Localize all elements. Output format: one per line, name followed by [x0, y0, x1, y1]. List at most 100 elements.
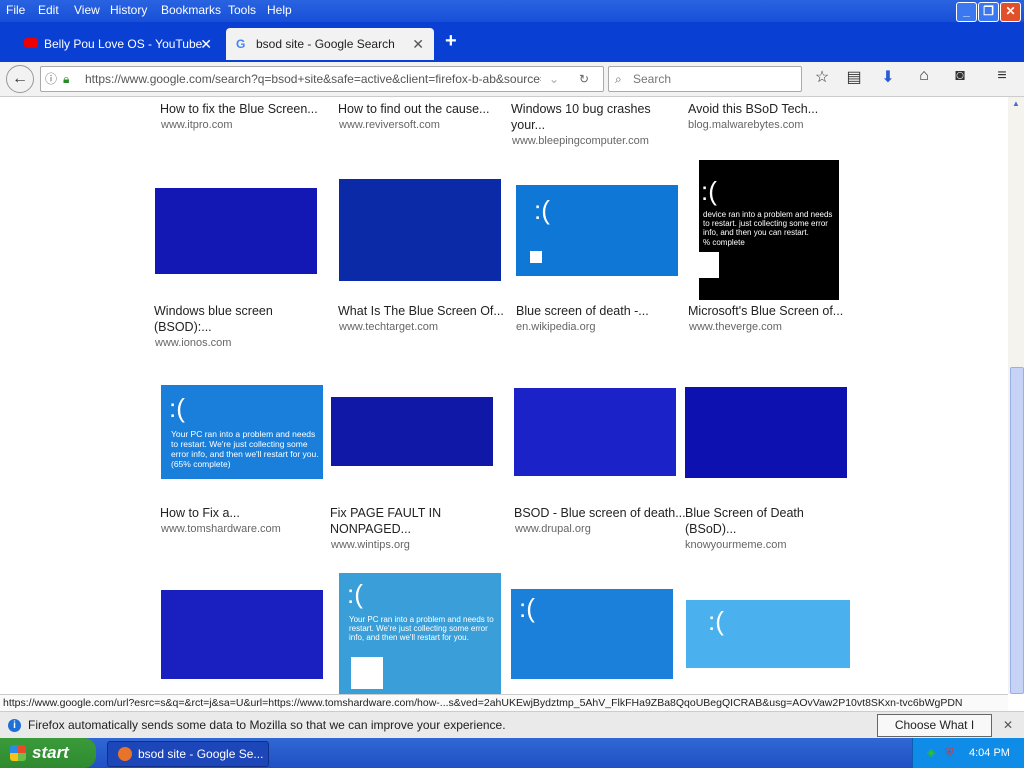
start-button[interactable]: start	[0, 738, 96, 768]
result-thumbnail[interactable]: :( Your PC ran into a problem and needs …	[339, 573, 501, 694]
result-thumbnail[interactable]: :(	[516, 185, 678, 276]
menu-file[interactable]: File	[6, 3, 25, 17]
notification-bar: i Firefox automatically sends some data …	[0, 711, 1024, 753]
result-source: www.drupal.org	[515, 523, 591, 535]
result-source: www.reviversoft.com	[339, 119, 440, 131]
windows-logo-icon	[10, 745, 26, 761]
menu-help[interactable]: Help	[267, 3, 292, 17]
result-thumbnail[interactable]	[339, 179, 501, 281]
network-icon[interactable]: ◈	[927, 738, 935, 768]
result-title[interactable]: Blue screen of death -...	[516, 303, 649, 319]
thumbnail-text: Your PC ran into a problem and needs to …	[349, 615, 494, 642]
chevron-down-icon[interactable]: ⌄	[549, 67, 559, 91]
qr-code-icon	[351, 657, 383, 689]
result-thumbnail[interactable]	[161, 590, 323, 679]
url-text[interactable]: https://www.google.com/search?q=bsod+sit…	[85, 67, 541, 91]
security-shield-icon[interactable]: ⛨	[945, 738, 953, 768]
taskbar-item-firefox[interactable]: bsod site - Google Se...	[107, 741, 269, 767]
result-title-line2[interactable]: (BSoD)...	[685, 521, 736, 537]
google-icon: G	[236, 37, 246, 51]
result-title[interactable]: Avoid this BSoD Tech...	[688, 101, 818, 117]
tab-title: Belly Pou Love OS - YouTube	[44, 37, 203, 51]
lock-icon: 🔒︎	[63, 72, 70, 86]
close-window-button[interactable]: ✕	[1000, 2, 1021, 22]
sad-face-icon: :(	[169, 393, 185, 423]
bookmark-star-icon[interactable]: ☆	[810, 67, 834, 87]
result-title[interactable]: What Is The Blue Screen Of...	[338, 303, 504, 319]
minimize-button[interactable]: _	[956, 2, 977, 22]
result-title[interactable]: How to find out the cause...	[338, 101, 489, 117]
navigation-bar: ← ⓘ 🔒︎ https://www.google.com/search?q=b…	[0, 62, 1024, 97]
result-title[interactable]: Microsoft's Blue Screen of...	[688, 303, 843, 319]
pocket-icon[interactable]: ◙	[948, 67, 972, 85]
result-thumbnail[interactable]: :(	[511, 589, 673, 679]
tab-title: bsod site - Google Search	[256, 37, 395, 51]
taskbar: start bsod site - Google Se... ◈ ⛨ 4:04 …	[0, 738, 1024, 768]
result-title-line2[interactable]: your...	[511, 117, 545, 133]
result-source: en.wikipedia.org	[516, 321, 596, 333]
menu-edit[interactable]: Edit	[38, 3, 59, 17]
new-tab-button[interactable]: +	[445, 30, 457, 53]
sad-face-icon: :(	[347, 579, 363, 609]
sad-face-icon: :(	[708, 606, 724, 636]
menu-tools[interactable]: Tools	[228, 3, 256, 17]
result-source: www.ionos.com	[155, 337, 232, 349]
close-notification-icon[interactable]: ✕	[1003, 712, 1013, 739]
result-source: www.theverge.com	[689, 321, 782, 333]
result-title[interactable]: Fix PAGE FAULT IN	[330, 505, 441, 521]
notification-text: Firefox automatically sends some data to…	[28, 718, 506, 732]
back-button[interactable]: ←	[6, 65, 34, 93]
firefox-icon	[118, 747, 132, 761]
result-title[interactable]: Blue Screen of Death	[685, 505, 804, 521]
menu-bookmarks[interactable]: Bookmarks	[161, 3, 221, 17]
result-title[interactable]: Windows blue screen	[154, 303, 273, 319]
result-thumbnail[interactable]	[155, 188, 317, 274]
result-title[interactable]: Windows 10 bug crashes	[511, 101, 651, 117]
result-thumbnail[interactable]: :( Your PC ran into a problem and needs …	[161, 385, 323, 479]
restore-button[interactable]: ❐	[978, 2, 999, 22]
menu-history[interactable]: History	[110, 3, 147, 17]
scrollbar-thumb[interactable]	[1010, 367, 1024, 694]
home-icon[interactable]: ⌂	[912, 67, 936, 85]
tab-bar: Belly Pou Love OS - YouTube ✕ G bsod sit…	[0, 22, 1024, 62]
choose-what-i-share-button[interactable]: Choose What I Share	[877, 714, 992, 753]
search-icon: ⌕	[615, 72, 622, 86]
menu-hamburger-icon[interactable]: ≡	[990, 67, 1014, 85]
download-icon[interactable]: ⬇	[876, 67, 900, 87]
sad-face-icon: :(	[534, 195, 550, 225]
scroll-up-icon[interactable]: ▲	[1010, 99, 1022, 111]
url-bar[interactable]: ⓘ 🔒︎ https://www.google.com/search?q=bso…	[40, 66, 604, 92]
result-thumbnail[interactable]	[685, 387, 847, 478]
thumbnail-text: Your PC ran into a problem and needs to …	[171, 429, 319, 469]
youtube-icon	[24, 38, 38, 48]
tab-youtube[interactable]: Belly Pou Love OS - YouTube ✕	[20, 28, 222, 60]
menu-bar: File Edit View History Bookmarks Tools H…	[0, 0, 1024, 22]
reader-list-icon[interactable]: ▤	[842, 67, 866, 87]
info-icon[interactable]: ⓘ	[45, 67, 57, 91]
result-thumbnail[interactable]: :( device ran into a problem and needs t…	[699, 160, 839, 300]
result-source: knowyourmeme.com	[685, 539, 787, 551]
qr-code-icon	[530, 251, 542, 263]
menu-view[interactable]: View	[74, 3, 100, 17]
reload-icon[interactable]: ↻	[579, 67, 589, 91]
search-results-area: How to fix the Blue Screen... www.itpro.…	[0, 97, 1008, 694]
result-title[interactable]: How to Fix a...	[160, 505, 240, 521]
vertical-scrollbar[interactable]: ▲	[1008, 97, 1024, 694]
result-title[interactable]: BSOD - Blue screen of death...	[514, 505, 686, 521]
tab-google-search[interactable]: G bsod site - Google Search ✕	[226, 28, 434, 60]
sad-face-icon: :(	[701, 176, 717, 206]
taskbar-item-label: bsod site - Google Se...	[138, 747, 264, 761]
close-tab-icon[interactable]: ✕	[412, 28, 424, 60]
result-title-line2[interactable]: (BSOD):...	[154, 319, 212, 335]
result-source: www.techtarget.com	[339, 321, 439, 333]
result-thumbnail[interactable]	[331, 397, 493, 466]
result-title-line2[interactable]: NONPAGED...	[330, 521, 411, 537]
result-thumbnail[interactable]: :(	[686, 600, 850, 668]
search-input[interactable]: ⌕ Search	[608, 66, 802, 92]
search-placeholder: Search	[633, 72, 672, 86]
start-label: start	[32, 743, 69, 762]
result-thumbnail[interactable]	[514, 388, 676, 476]
result-title[interactable]: How to fix the Blue Screen...	[160, 101, 318, 117]
close-tab-icon[interactable]: ✕	[200, 28, 212, 60]
result-source: www.tomshardware.com	[161, 523, 281, 535]
